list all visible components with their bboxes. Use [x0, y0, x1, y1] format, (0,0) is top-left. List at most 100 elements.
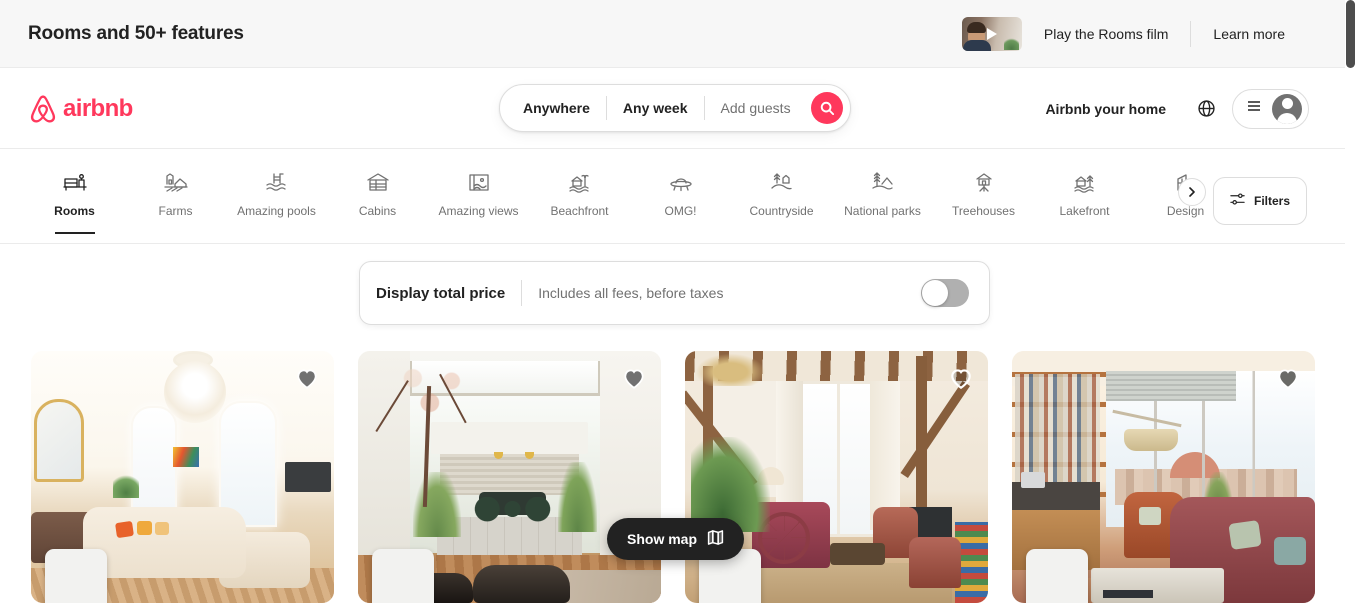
listing-photo-sunlit-apartment-with-bookshelves[interactable] — [1012, 351, 1315, 603]
category-national-parks[interactable]: National parks — [832, 160, 933, 234]
search-bar[interactable]: Anywhere Any week Add guests — [499, 84, 851, 132]
globe-icon[interactable] — [1186, 89, 1226, 129]
photo-chandelier — [691, 351, 770, 387]
host-avatar-badge — [1026, 549, 1088, 603]
photo-wall-art — [173, 446, 200, 467]
host-avatar-4 — [1035, 561, 1079, 603]
play-icon[interactable] — [961, 16, 1022, 51]
category-bar: Rooms Farms Amazing pools Cabins Amazing… — [0, 150, 1345, 244]
category-cabins[interactable]: Cabins — [327, 160, 428, 234]
airbnb-your-home-link[interactable]: Airbnb your home — [1031, 89, 1180, 129]
category-label: OMG! — [664, 204, 697, 218]
heart-icon[interactable] — [948, 365, 974, 391]
category-label: Rooms — [54, 204, 95, 218]
listing-photo-rustic-timber-frame-room[interactable] — [685, 351, 988, 603]
search-when[interactable]: Any week — [607, 100, 704, 116]
amazing-pools-icon — [264, 170, 290, 196]
promo-banner: Rooms and 50+ features Play the Rooms fi… — [0, 0, 1345, 68]
listing-card[interactable] — [358, 351, 661, 603]
category-omg[interactable]: OMG! — [630, 160, 731, 234]
category-rooms[interactable]: Rooms — [24, 160, 125, 234]
header-right-actions: Airbnb your home — [1031, 88, 1309, 129]
play-rooms-film-link[interactable]: Play the Rooms film — [1022, 26, 1190, 42]
listing-card[interactable] — [1012, 351, 1315, 603]
play-triangle-icon — [986, 27, 997, 40]
photo-window-left — [130, 406, 177, 523]
category-treehouses[interactable]: Treehouses — [933, 160, 1034, 234]
map-icon — [707, 529, 724, 549]
promo-title: Rooms and 50+ features — [28, 22, 244, 44]
listing-photo-modern-courtyard-garden-home[interactable] — [358, 351, 661, 603]
category-lakefront[interactable]: Lakefront — [1034, 160, 1135, 234]
photo-outdoor-chairs — [473, 497, 552, 528]
photo-coffee-table — [830, 542, 885, 566]
photo-window-blind — [1105, 371, 1237, 402]
filters-sliders-icon — [1230, 192, 1245, 210]
category-label: Lakefront — [1059, 204, 1110, 218]
search-where[interactable]: Anywhere — [500, 100, 606, 116]
learn-more-link[interactable]: Learn more — [1191, 26, 1307, 42]
category-label: Amazing views — [438, 204, 519, 218]
lakefront-icon — [1072, 170, 1098, 196]
photo-armchair-2 — [909, 537, 961, 588]
search-icon[interactable] — [811, 92, 843, 124]
scrollbar-thumb[interactable] — [1346, 0, 1355, 68]
host-avatar-2 — [381, 561, 425, 603]
category-label: Amazing pools — [237, 204, 316, 218]
photo-blossom-tree — [379, 351, 501, 488]
photo-sofa-pillow-1 — [1228, 520, 1263, 551]
filters-button[interactable]: Filters — [1212, 177, 1307, 225]
photo-television — [284, 461, 331, 492]
page-scrollbar[interactable] — [1345, 0, 1356, 603]
omg-ufo-icon — [668, 170, 694, 196]
chevron-right-icon[interactable] — [1178, 178, 1206, 206]
photo-pillow-orange — [114, 521, 134, 539]
user-avatar-icon — [1272, 93, 1302, 124]
category-label: Beachfront — [550, 204, 609, 218]
avatar-head — [1281, 97, 1293, 109]
category-label: Cabins — [358, 204, 397, 218]
airbnb-belo-icon — [28, 93, 58, 125]
countryside-icon — [769, 170, 795, 196]
display-total-price-toggle[interactable] — [921, 279, 969, 307]
rooms-icon — [62, 170, 88, 196]
host-avatar-1 — [54, 561, 98, 603]
photo-timber-brace-right — [900, 381, 970, 479]
national-parks-icon — [870, 170, 896, 196]
listings-grid — [31, 351, 1321, 603]
listing-card[interactable] — [31, 351, 334, 603]
show-map-button[interactable]: Show map — [607, 518, 745, 560]
toggle-knob — [922, 280, 948, 306]
category-beachfront[interactable]: Beachfront — [529, 160, 630, 234]
user-menu-button[interactable] — [1232, 88, 1309, 129]
airbnb-logo[interactable]: airbnb — [28, 93, 133, 125]
category-farms[interactable]: Farms — [125, 160, 226, 234]
video-thumb-plant — [1003, 35, 1019, 50]
category-amazing-views[interactable]: Amazing views — [428, 160, 529, 234]
photo-lamp-shade — [1124, 429, 1179, 452]
search-guests-input[interactable]: Add guests — [705, 100, 807, 116]
listing-card[interactable] — [685, 351, 988, 603]
photo-leather-ottoman — [473, 565, 571, 603]
photo-pillow-cream — [155, 521, 170, 535]
category-label: Countryside — [749, 204, 814, 218]
heart-icon[interactable] — [621, 365, 647, 391]
listing-photo-bright-parisian-living-room[interactable] — [31, 351, 334, 603]
beachfront-icon — [567, 170, 593, 196]
hamburger-menu-icon — [1246, 98, 1262, 119]
video-thumb-hair — [966, 21, 986, 33]
photo-door-mullion — [836, 381, 840, 538]
host-avatar-badge — [45, 549, 107, 603]
photo-books — [1015, 373, 1100, 488]
treehouses-icon — [971, 170, 997, 196]
heart-icon[interactable] — [1275, 365, 1301, 391]
display-total-price-subtitle: Includes all fees, before taxes — [538, 285, 724, 301]
category-amazing-pools[interactable]: Amazing pools — [226, 160, 327, 234]
category-countryside[interactable]: Countryside — [731, 160, 832, 234]
price-panel-divider — [521, 280, 523, 306]
category-label: National parks — [844, 204, 921, 218]
cabins-icon — [365, 170, 391, 196]
heart-icon[interactable] — [294, 365, 320, 391]
photo-coffee-table-book — [1102, 589, 1153, 598]
display-total-price-panel: Display total price Includes all fees, b… — [359, 261, 990, 325]
